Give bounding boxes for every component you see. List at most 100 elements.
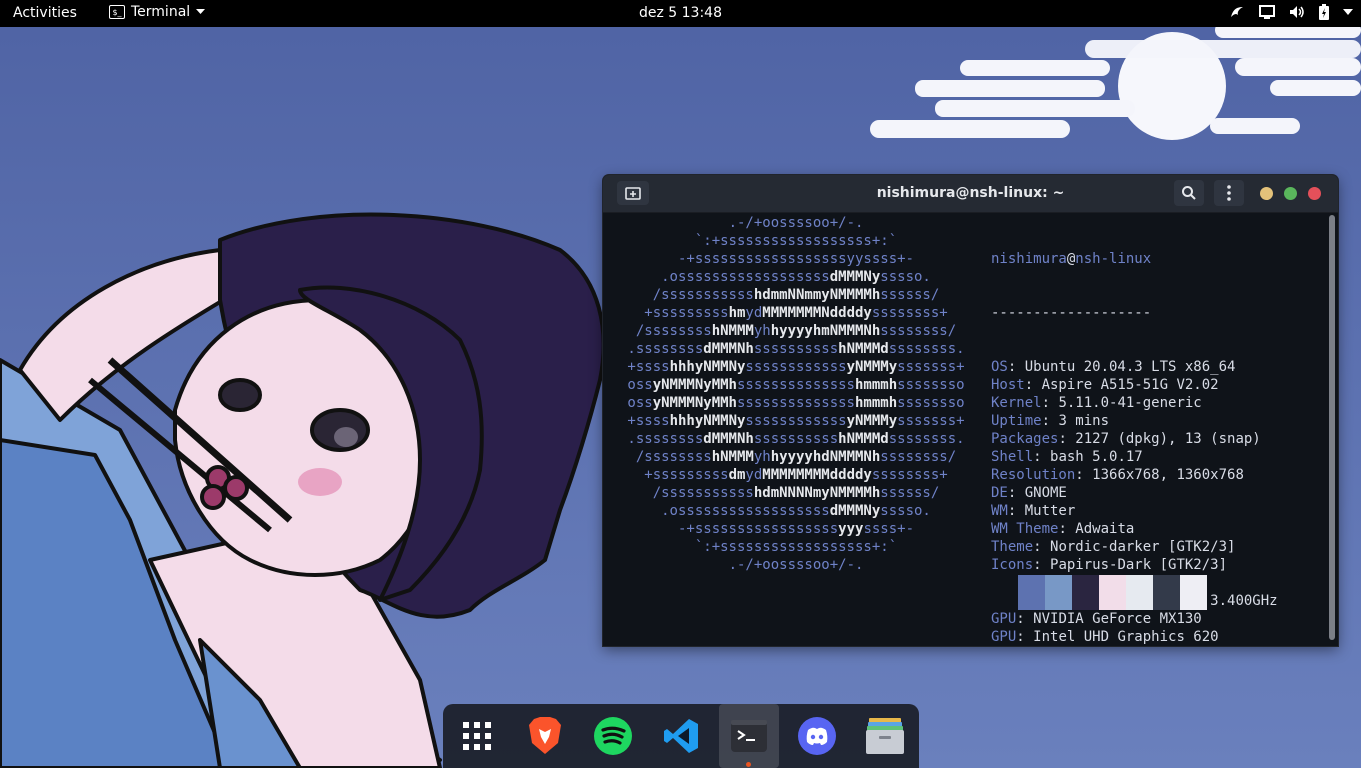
- logo-segment: yNMMMNyMMh: [652, 395, 737, 411]
- logo-line: +ssssssssshmydMMMMMMMNddddyssssssss+: [603, 304, 989, 322]
- info-line: GPU: Intel UHD Graphics 620: [991, 628, 1278, 646]
- logo-segment: dMMMNy: [829, 269, 881, 285]
- dock-item-files[interactable]: [855, 704, 915, 768]
- menu-button[interactable]: [1214, 180, 1244, 206]
- terminal-window[interactable]: nishimura@nsh-linux: ~ .-/+oossssoo+/-. `…: [603, 175, 1338, 646]
- info-value: 5.11.0-41-generic: [1058, 395, 1202, 411]
- color-palette: [991, 575, 1207, 610]
- logo-segment: yd: [745, 305, 763, 321]
- info-line: Uptime: 3 mins: [991, 412, 1278, 430]
- info-line: Resolution: 1366x768, 1360x768: [991, 466, 1278, 484]
- info-value: Papirus-Dark [GTK2/3]: [1050, 557, 1228, 573]
- discord-icon: [798, 717, 836, 755]
- logo-segment: .ssssssss: [627, 431, 704, 447]
- logo-segment: ssssss/: [880, 287, 940, 303]
- logo-segment: ssss+-: [863, 521, 915, 537]
- info-key: Packages: [991, 431, 1059, 447]
- logo-line: `:+ssssssssssssssssss+:`: [603, 538, 989, 556]
- info-value: Aspire A515-51G V2.02: [1041, 377, 1219, 393]
- color-swatch: [991, 575, 1018, 610]
- logo-line: +sssssssssdmydMMMMMMMMddddyssssssss+: [603, 466, 989, 484]
- info-key: WM Theme: [991, 521, 1059, 537]
- color-swatch: [1126, 575, 1153, 610]
- maximize-button[interactable]: [1284, 187, 1297, 200]
- clock[interactable]: dez 5 13:48: [639, 5, 722, 21]
- logo-segment: sssso.: [880, 503, 931, 519]
- logo-segment: hyyyyhdNMMMNh: [770, 449, 881, 465]
- info-colon: :: [1041, 413, 1059, 429]
- battery-icon[interactable]: [1319, 4, 1329, 20]
- logo-line: /ssssssssssshdmmNNmmyNMMMMhssssss/: [603, 286, 989, 304]
- info-colon: :: [1016, 629, 1034, 645]
- info-colon: :: [1041, 395, 1059, 411]
- spotify-icon: [594, 717, 632, 755]
- logo-line: /sssssssshNMMMyhhyyyyhdNMMMNhssssssss/: [603, 448, 989, 466]
- info-value: Ubuntu 20.04.3 LTS x86_64: [1024, 359, 1236, 375]
- logo-segment: hm: [728, 305, 746, 321]
- volume-icon[interactable]: [1289, 5, 1305, 19]
- logo-line: .ssssssssdMMMNhsssssssssshNMMMdssssssss.: [603, 430, 989, 448]
- info-line: Shell: bash 5.0.17: [991, 448, 1278, 466]
- kebab-menu-icon: [1227, 185, 1231, 201]
- chevron-down-icon: [196, 9, 206, 14]
- display-icon[interactable]: [1259, 5, 1275, 19]
- info-line: Kernel: 5.11.0-41-generic: [991, 394, 1278, 412]
- logo-line: /ssssssssssshdmNNNNmyNMMMMhssssss/: [603, 484, 989, 502]
- color-swatch: [1153, 575, 1180, 610]
- vscode-icon: [664, 719, 698, 753]
- logo-line: -+ssssssssssssssssssyyssss+-: [603, 250, 989, 268]
- logo-segment: .ssssssss: [627, 341, 704, 357]
- logo-line: /sssssssshNMMMyhhyyyyhmNMMMNhssssssss/: [603, 322, 989, 340]
- logo-segment: -+ssssssssssssssssssyyssss+-: [677, 251, 914, 267]
- logo-segment: MMMMMMMMddddy: [762, 467, 872, 483]
- logo-segment: sssso.: [880, 269, 931, 285]
- activities-button[interactable]: Activities: [13, 5, 77, 21]
- top-bar: Activities $_ Terminal dez 5 13:48: [0, 0, 1361, 27]
- logo-line: -+sssssssssssssssssyyyssss+-: [603, 520, 989, 538]
- logo-segment: hNMMM: [711, 449, 754, 465]
- logo-segment: -+sssssssssssssssss: [677, 521, 839, 537]
- logo-line: +sssshhhyNMMNyssssssssssssyNMMMysssssss+: [603, 412, 989, 430]
- logo-segment: dm: [728, 467, 746, 483]
- info-key: DE: [991, 485, 1008, 501]
- scrollbar[interactable]: [1329, 215, 1335, 640]
- logo-segment: MMMMMMMNddddy: [762, 305, 872, 321]
- dock-item-spotify[interactable]: [583, 704, 643, 768]
- logo-segment: dMMMNy: [829, 503, 881, 519]
- close-button[interactable]: [1308, 187, 1321, 200]
- logo-segment: ssssssssss: [753, 431, 839, 447]
- info-line: WM: Mutter: [991, 502, 1278, 520]
- app-menu-button[interactable]: $_ Terminal: [109, 4, 206, 20]
- logo-line: .ossssssssssssssssssdMMMNysssso.: [603, 502, 989, 520]
- info-key: WM: [991, 503, 1008, 519]
- terminal-headerbar[interactable]: nishimura@nsh-linux: ~: [603, 175, 1338, 213]
- app-menu-label: Terminal: [131, 4, 191, 20]
- dock-item-brave[interactable]: [515, 704, 575, 768]
- search-icon: [1182, 186, 1196, 200]
- logo-segment: +ssss: [627, 413, 670, 429]
- system-menu-chevron-icon[interactable]: [1343, 9, 1353, 15]
- logo-line: ossyNMMMNyMMhsssssssssssssshmmmhssssssso: [603, 376, 989, 394]
- dock-item-show-applications[interactable]: [447, 704, 507, 768]
- system-tray[interactable]: [1229, 4, 1353, 20]
- info-value: GNOME: [1024, 485, 1067, 501]
- info-line: OS: Ubuntu 20.04.3 LTS x86_64: [991, 358, 1278, 376]
- dock-item-terminal[interactable]: [719, 704, 779, 768]
- logo-line: .-/+oossssoo+/-.: [603, 556, 989, 574]
- info-line: Host: Aspire A515-51G V2.02: [991, 376, 1278, 394]
- search-button[interactable]: [1174, 180, 1204, 206]
- info-key: GPU: [991, 611, 1017, 627]
- terminal-output[interactable]: .-/+oossssoo+/-. `:+ssssssssssssssssss+:`…: [603, 213, 1338, 646]
- info-key: GPU: [991, 629, 1017, 645]
- minimize-button[interactable]: [1260, 187, 1273, 200]
- nvidia-icon[interactable]: [1229, 5, 1245, 19]
- info-key: Icons: [991, 557, 1034, 573]
- logo-segment: hNMMM: [711, 323, 754, 339]
- info-value: Adwaita: [1075, 521, 1135, 537]
- ubuntu-ascii-logo: .-/+oossssoo+/-. `:+ssssssssssssssssss+:`…: [603, 214, 989, 574]
- dock-item-vscode[interactable]: [651, 704, 711, 768]
- dock-item-discord[interactable]: [787, 704, 847, 768]
- info-colon: :: [1033, 557, 1051, 573]
- info-colon: :: [1075, 467, 1093, 483]
- info-key: Shell: [991, 449, 1034, 465]
